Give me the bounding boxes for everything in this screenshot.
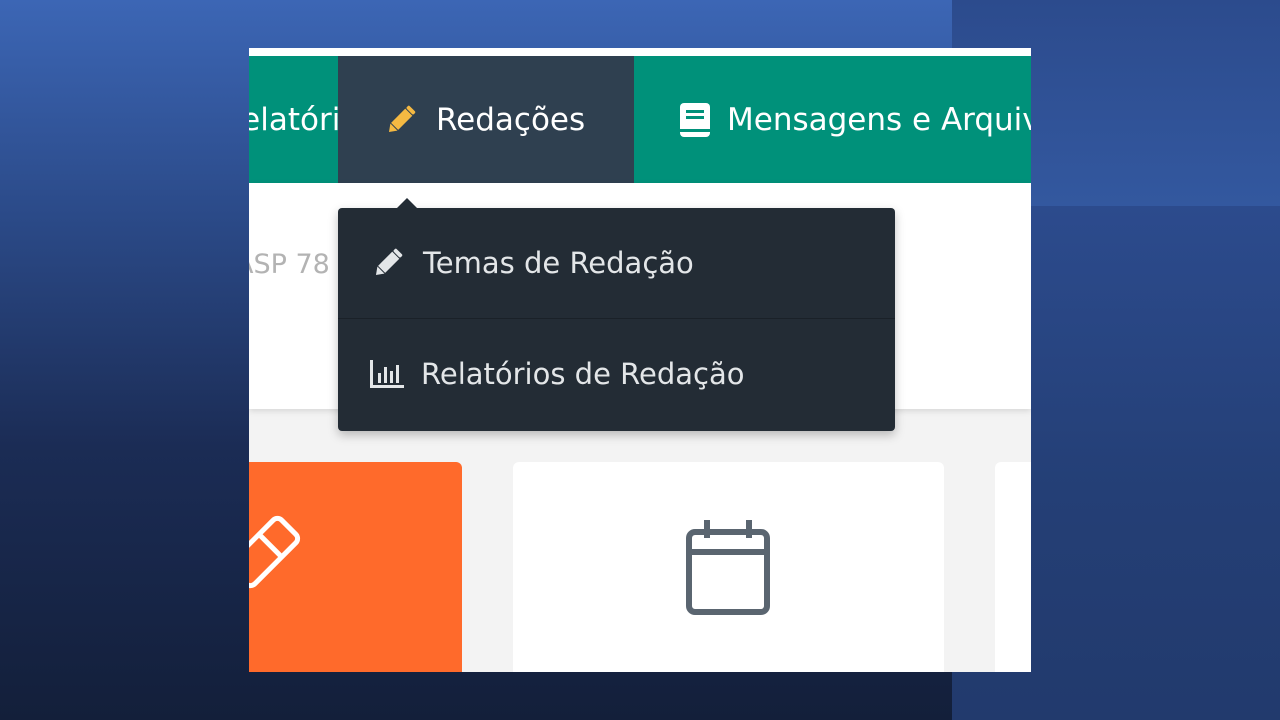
nav-item-reports[interactable]: Relatórios <box>249 56 338 183</box>
eraser-icon <box>249 512 309 592</box>
subheader-text: ASP 78 <box>249 249 330 280</box>
nav-item-messages-files-label: Mensagens e Arquivos <box>727 101 1031 138</box>
app-screenshot: Relatórios Redações <box>249 48 1031 672</box>
card-calendar[interactable] <box>513 462 944 672</box>
pencil-icon <box>382 101 420 139</box>
top-navbar: Relatórios Redações <box>249 56 1031 183</box>
essays-dropdown-menu: Temas de Redação Relatórios de Redação <box>338 198 895 431</box>
top-strip <box>249 48 1031 56</box>
nav-item-reports-label: Relatórios <box>249 101 338 138</box>
menu-item-essay-reports[interactable]: Relatórios de Redação <box>338 319 895 429</box>
menu-item-essay-reports-label: Relatórios de Redação <box>421 357 745 391</box>
calendar-icon <box>685 518 771 616</box>
bar-chart-icon <box>369 359 405 389</box>
book-icon <box>679 102 711 138</box>
menu-item-essay-themes-label: Temas de Redação <box>423 246 694 280</box>
card-essays[interactable] <box>249 462 462 672</box>
nav-item-essays[interactable]: Redações <box>338 56 634 183</box>
card-partial[interactable] <box>995 462 1031 672</box>
menu-item-essay-themes[interactable]: Temas de Redação <box>338 208 895 318</box>
pencil-icon <box>369 244 407 282</box>
nav-item-messages-files[interactable]: Mensagens e Arquivos <box>634 56 1031 183</box>
nav-item-essays-label: Redações <box>436 101 586 138</box>
